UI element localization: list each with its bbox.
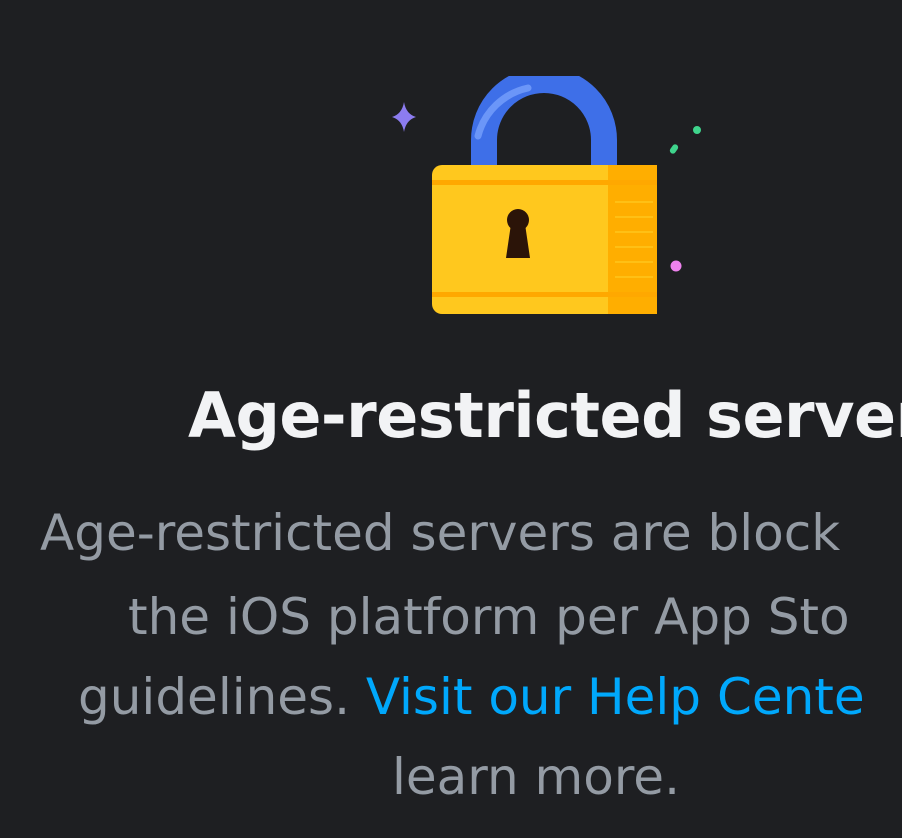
dot-icon	[693, 126, 701, 134]
help-center-link[interactable]: Visit our Help Cente	[366, 668, 865, 726]
description-line-3: guidelines. Visit our Help Cente	[78, 662, 865, 732]
dot-icon	[670, 260, 682, 272]
dash-dot-icon	[669, 144, 679, 154]
description-line-4: learn more.	[392, 748, 680, 806]
description-line-3-text: guidelines.	[78, 668, 366, 726]
description-line-2: the iOS platform per App Sto	[128, 588, 850, 646]
description-line-1: Age-restricted servers are block	[40, 504, 841, 562]
padlock-icon	[392, 76, 701, 314]
sparkle-icon	[392, 102, 416, 132]
age-restricted-screen: Age-restricted server Age-restricted ser…	[0, 0, 902, 838]
page-title: Age-restricted server	[188, 379, 902, 452]
